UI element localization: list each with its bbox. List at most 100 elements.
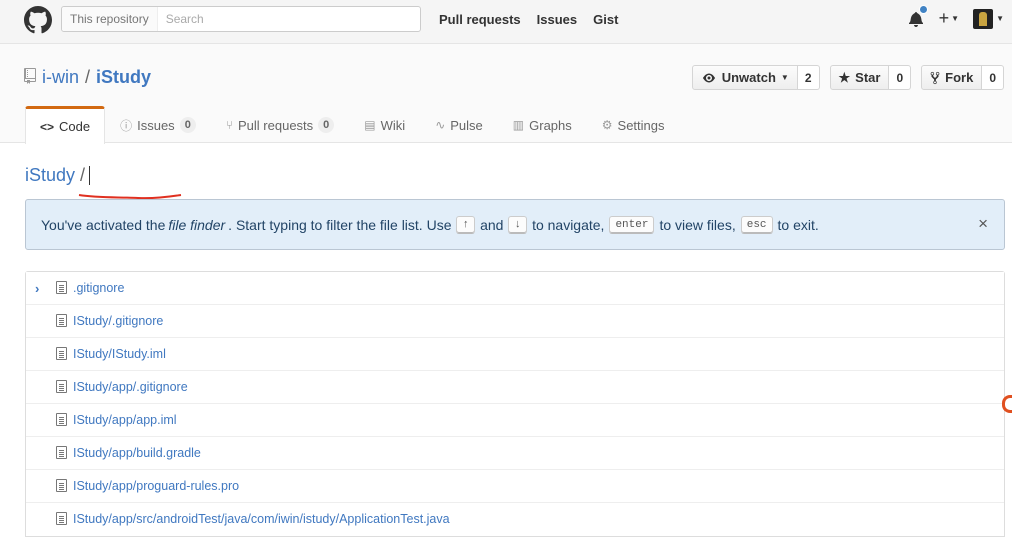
watch-group: Unwatch ▼ 2 <box>691 65 820 90</box>
star-button[interactable]: ★ Star <box>829 65 890 90</box>
file-row[interactable]: IStudy/app/proguard-rules.pro <box>26 470 1004 503</box>
tab-wiki[interactable]: ▤ Wiki <box>349 106 420 143</box>
flash-text: and <box>480 216 504 233</box>
tab-pulse[interactable]: ∿ Pulse <box>420 106 498 143</box>
file-row[interactable]: IStudy/app/app.iml <box>26 404 1004 437</box>
key-esc: esc <box>740 215 773 234</box>
bell-icon[interactable] <box>907 4 928 29</box>
file-icon <box>56 446 67 459</box>
file-link[interactable]: IStudy/app/app.iml <box>73 413 177 427</box>
star-icon: ★ <box>838 69 851 85</box>
file-row[interactable]: IStudy/app/.gitignore <box>26 371 1004 404</box>
file-finder-breadcrumb: iStudy / <box>25 165 91 186</box>
key-down: ↓ <box>508 215 528 234</box>
avatar <box>973 8 994 29</box>
file-link[interactable]: IStudy/.gitignore <box>73 314 163 328</box>
search-box[interactable]: This repository <box>61 6 421 32</box>
repo-path-separator: / <box>85 67 91 87</box>
chevron-right-icon: › <box>35 281 40 296</box>
watch-count[interactable]: 2 <box>797 65 820 90</box>
unwatch-label: Unwatch <box>721 70 776 85</box>
star-count[interactable]: 0 <box>889 65 912 90</box>
file-link[interactable]: .gitignore <box>73 281 124 295</box>
tab-code[interactable]: <> Code <box>25 106 106 144</box>
file-row[interactable]: IStudy/app/src/androidTest/java/com/iwin… <box>26 503 1004 536</box>
file-link[interactable]: IStudy/app/.gitignore <box>73 380 188 394</box>
fork-group: Fork 0 <box>921 65 1004 90</box>
flash-emphasis: file finder <box>168 216 226 233</box>
file-icon <box>56 347 67 360</box>
star-label: Star <box>855 70 881 85</box>
user-menu[interactable]: ▼ <box>973 8 1004 29</box>
flash-text: You've activated the <box>41 216 166 233</box>
fork-icon <box>930 71 940 84</box>
code-icon: <> <box>40 119 55 134</box>
tab-label: Code <box>59 119 91 134</box>
tab-counter: 0 <box>179 117 196 133</box>
flash-text: . Start typing to filter the file list. … <box>228 216 452 233</box>
caret-down-icon: ▼ <box>996 14 1004 23</box>
nav-pull-requests[interactable]: Pull requests <box>439 12 521 27</box>
github-logo-icon[interactable] <box>24 6 52 34</box>
key-enter: enter <box>609 215 655 234</box>
eye-icon <box>702 73 715 82</box>
file-link[interactable]: IStudy/app/proguard-rules.pro <box>73 479 239 493</box>
tab-issues[interactable]: ⓘ Issues 0 <box>105 106 211 143</box>
tab-label: Graphs <box>529 117 572 133</box>
file-row[interactable]: IStudy/IStudy.iml <box>26 338 1004 371</box>
header-user-menu: + ▼ ▼ <box>907 4 1004 29</box>
file-row[interactable]: IStudy/app/build.gradle <box>26 437 1004 470</box>
create-new-menu[interactable]: + ▼ <box>939 8 959 29</box>
tab-label: Pull requests <box>238 117 314 133</box>
tab-counter: 0 <box>318 117 335 133</box>
pull-request-icon: ⑂ <box>225 118 234 132</box>
file-link[interactable]: IStudy/app/src/androidTest/java/com/iwin… <box>73 512 450 526</box>
repo-tabs: <> Code ⓘ Issues 0 ⑂ Pull requests 0 ▤ W… <box>25 106 680 144</box>
search-input[interactable] <box>157 7 420 31</box>
repo-header: i-win / iStudy Unwatch ▼ 2 ★ Star 0 Fork… <box>0 44 1012 144</box>
nav-issues[interactable]: Issues <box>537 12 577 27</box>
fork-button[interactable]: Fork <box>921 65 983 90</box>
file-finder-input[interactable] <box>89 166 91 185</box>
flash-text: to navigate, <box>532 216 605 233</box>
tab-label: Pulse <box>450 117 483 133</box>
repo-owner-link[interactable]: i-win <box>42 67 79 88</box>
caret-down-icon: ▼ <box>780 73 789 82</box>
search-scope-label[interactable]: This repository <box>62 7 158 31</box>
fork-label: Fork <box>945 70 974 85</box>
graph-icon: ▥ <box>512 118 525 132</box>
unwatch-button[interactable]: Unwatch ▼ <box>691 65 798 90</box>
breadcrumb-root-link[interactable]: iStudy <box>25 165 75 186</box>
repo-title: i-win / iStudy <box>24 67 151 88</box>
file-icon <box>56 413 67 426</box>
header-nav: Pull requests Issues Gist <box>439 12 618 27</box>
tab-pull-requests[interactable]: ⑂ Pull requests 0 <box>211 106 349 143</box>
tab-settings[interactable]: ⚙ Settings <box>587 106 680 143</box>
file-icon <box>56 512 67 525</box>
book-icon: ▤ <box>364 118 376 132</box>
file-icon <box>56 380 67 393</box>
close-icon[interactable]: × <box>978 214 988 234</box>
repo-icon <box>24 68 36 87</box>
file-link[interactable]: IStudy/app/build.gradle <box>73 446 201 460</box>
fork-count[interactable]: 0 <box>982 65 1004 90</box>
caret-down-icon: ▼ <box>951 14 960 23</box>
repo-name-link[interactable]: iStudy <box>96 67 151 88</box>
site-header: This repository Pull requests Issues Gis… <box>0 0 1012 44</box>
plus-icon: + <box>938 8 950 28</box>
notification-dot <box>918 4 928 14</box>
file-finder-flash: You've activated the file finder . Start… <box>25 199 1005 250</box>
tab-label: Settings <box>617 117 665 133</box>
edge-annotation-mark <box>1002 395 1012 413</box>
file-row[interactable]: › .gitignore <box>26 272 1004 305</box>
gear-icon: ⚙ <box>601 118 613 132</box>
flash-text: to view files, <box>659 216 736 233</box>
star-group: ★ Star 0 <box>829 65 912 90</box>
tab-label: Wiki <box>380 117 406 133</box>
file-row[interactable]: IStudy/.gitignore <box>26 305 1004 338</box>
tab-graphs[interactable]: ▥ Graphs <box>498 106 587 143</box>
pulse-icon: ∿ <box>435 118 446 132</box>
nav-gist[interactable]: Gist <box>593 12 618 27</box>
file-link[interactable]: IStudy/IStudy.iml <box>73 347 166 361</box>
file-icon <box>56 479 67 492</box>
